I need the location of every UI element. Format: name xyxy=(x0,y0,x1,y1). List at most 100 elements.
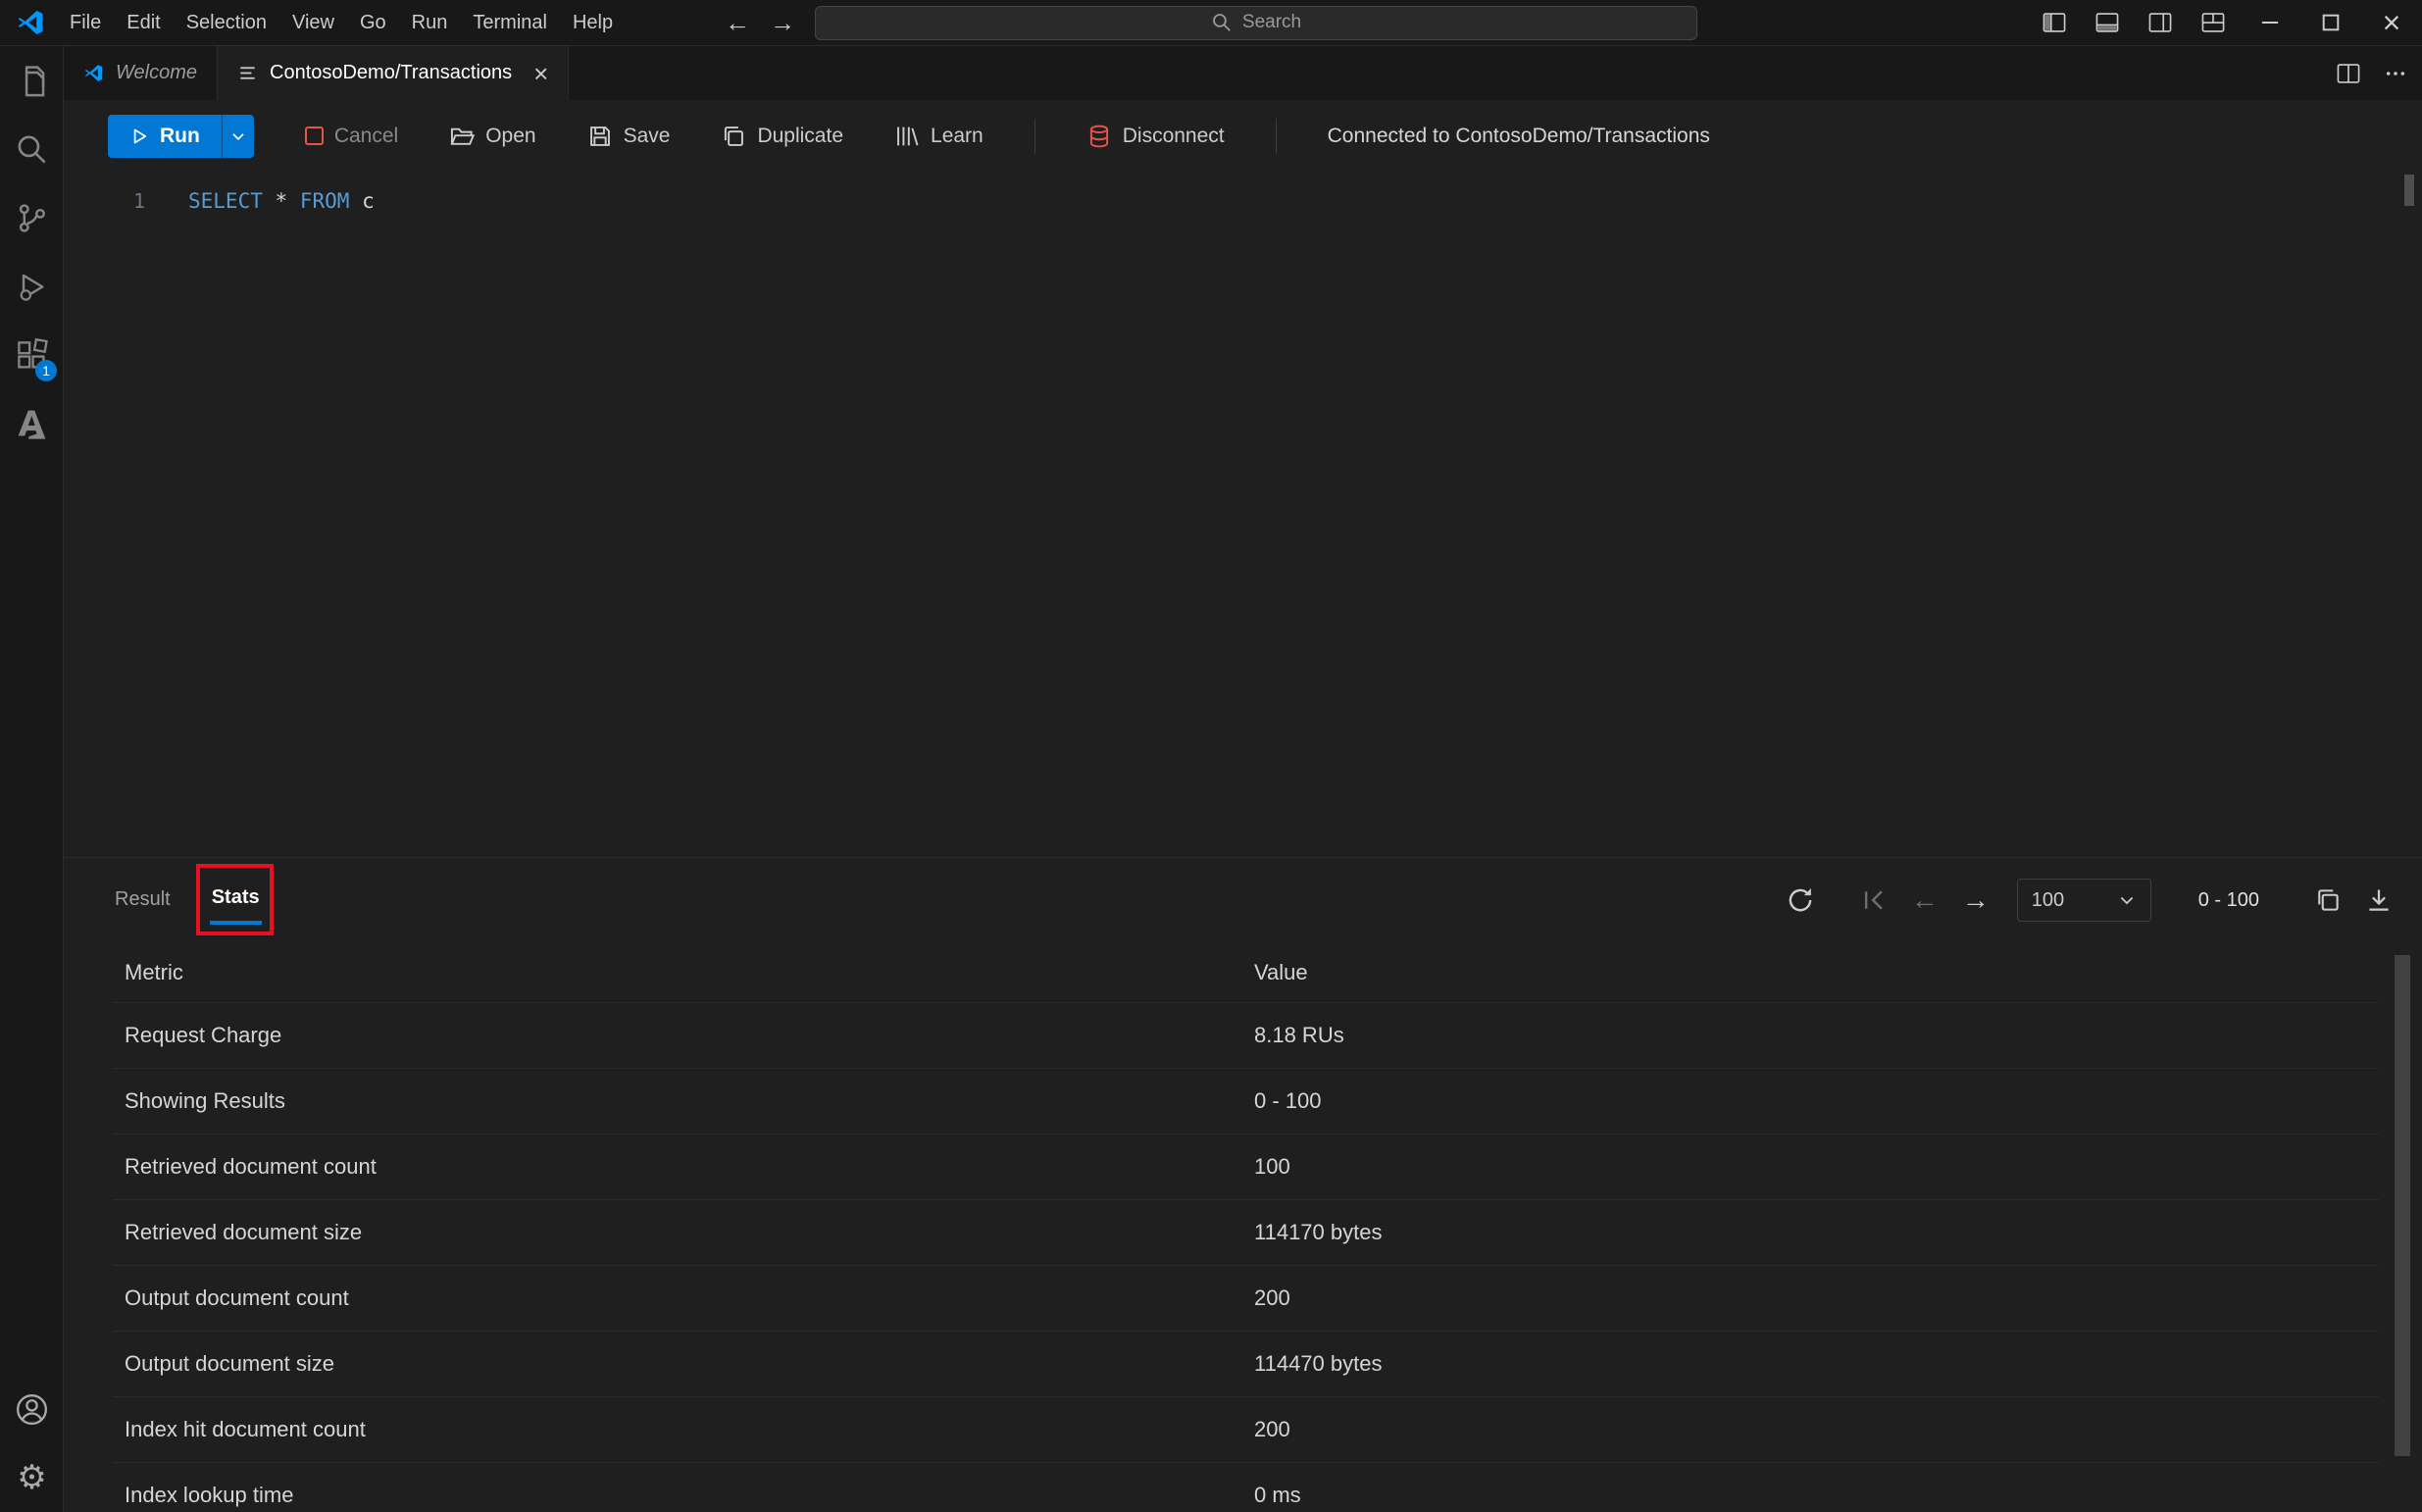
extensions-badge: 1 xyxy=(35,360,57,381)
titlebar-controls: × xyxy=(2028,0,2422,45)
value-column-header: Value xyxy=(1242,960,2379,985)
pagination-controls: ← → 100 0 - 100 xyxy=(1786,858,2393,942)
welcome-tab-label: Welcome xyxy=(116,62,197,84)
back-icon[interactable]: ← xyxy=(725,10,750,35)
page-size-select[interactable]: 100 xyxy=(2017,879,2151,922)
menubar: File Edit Selection View Go Run Terminal… xyxy=(57,12,626,34)
customize-layout-icon[interactable] xyxy=(2187,10,2240,35)
forward-icon[interactable]: → xyxy=(770,10,795,35)
extensions-icon[interactable]: 1 xyxy=(0,321,64,389)
save-icon xyxy=(587,124,613,149)
menu-terminal[interactable]: Terminal xyxy=(460,12,560,34)
keyword-select: SELECT xyxy=(188,189,263,213)
metric-cell: Retrieved document count xyxy=(113,1154,1242,1180)
more-actions-icon[interactable] xyxy=(2383,61,2408,86)
value-cell: 200 xyxy=(1242,1285,2379,1311)
tab-stats[interactable]: Stats xyxy=(210,877,262,925)
search-activity-icon[interactable] xyxy=(0,115,64,183)
metric-cell: Output document size xyxy=(113,1351,1242,1377)
save-button[interactable]: Save xyxy=(587,124,671,149)
prev-page-icon: ← xyxy=(1911,886,1939,914)
open-button[interactable]: Open xyxy=(449,124,535,149)
learn-button[interactable]: Learn xyxy=(894,124,984,149)
toggle-secondary-sidebar-icon[interactable] xyxy=(2134,10,2187,35)
run-debug-icon[interactable] xyxy=(0,252,64,321)
next-page-icon[interactable]: → xyxy=(1962,886,1990,914)
metric-cell: Retrieved document size xyxy=(113,1220,1242,1245)
activity-bar: 1 ⚙ xyxy=(0,46,64,1512)
duplicate-button[interactable]: Duplicate xyxy=(721,124,843,149)
command-center: ← → Search xyxy=(725,0,1697,45)
collection-token: c xyxy=(362,189,375,213)
azure-icon[interactable] xyxy=(0,389,64,458)
metric-cell: Showing Results xyxy=(113,1088,1242,1114)
star-token: * xyxy=(276,189,288,213)
tab-result[interactable]: Result xyxy=(113,879,173,923)
accounts-icon[interactable] xyxy=(0,1375,64,1443)
run-dropdown-button[interactable] xyxy=(222,115,254,158)
maximize-button[interactable] xyxy=(2300,0,2361,45)
query-toolbar: Run Cancel Open xyxy=(64,100,2422,172)
tab-welcome[interactable]: Welcome xyxy=(64,46,218,100)
menu-run[interactable]: Run xyxy=(399,12,461,34)
activity-bar-bottom: ⚙ xyxy=(0,1375,63,1512)
query-editor[interactable]: 1 SELECT * FROM c xyxy=(64,172,2422,857)
settings-gear-icon[interactable]: ⚙ xyxy=(0,1443,64,1512)
explorer-icon[interactable] xyxy=(0,46,64,115)
value-cell: 100 xyxy=(1242,1154,2379,1180)
toggle-sidebar-icon[interactable] xyxy=(2028,10,2081,35)
results-header: Result Stats ← → xyxy=(64,858,2422,942)
menu-file[interactable]: File xyxy=(57,12,114,34)
source-control-icon[interactable] xyxy=(0,183,64,252)
minimize-button[interactable] xyxy=(2240,0,2300,45)
keyword-from: FROM xyxy=(300,189,350,213)
first-page-icon xyxy=(1860,886,1888,914)
titlebar: File Edit Selection View Go Run Terminal… xyxy=(0,0,2422,46)
value-cell: 114170 bytes xyxy=(1242,1220,2379,1245)
table-header-row: Metric Value xyxy=(113,942,2379,1003)
main-area: 1 ⚙ xyxy=(0,46,2422,1512)
play-icon xyxy=(129,126,149,146)
tab-query-editor[interactable]: ContosoDemo/Transactions × xyxy=(218,46,569,100)
table-row: Retrieved document size 114170 bytes xyxy=(113,1200,2379,1266)
copy-results-icon[interactable] xyxy=(2314,886,2342,914)
menu-go[interactable]: Go xyxy=(347,12,399,34)
disconnect-button[interactable]: Disconnect xyxy=(1086,124,1225,149)
editor-scrollbar[interactable] xyxy=(2404,175,2414,206)
cancel-button-label: Cancel xyxy=(334,125,398,148)
chevron-down-icon xyxy=(2117,890,2137,910)
query-tab-label: ContosoDemo/Transactions xyxy=(270,62,512,84)
vscode-window: File Edit Selection View Go Run Terminal… xyxy=(0,0,2422,1512)
menu-help[interactable]: Help xyxy=(560,12,626,34)
close-button[interactable]: × xyxy=(2361,0,2422,45)
result-range: 0 - 100 xyxy=(2198,889,2259,912)
search-input[interactable]: Search xyxy=(815,6,1697,40)
results-panel: Result Stats ← → xyxy=(64,857,2422,1512)
learn-button-label: Learn xyxy=(931,125,984,148)
value-cell: 0 ms xyxy=(1242,1483,2379,1508)
run-button[interactable]: Run xyxy=(108,115,222,158)
metric-cell: Request Charge xyxy=(113,1023,1242,1048)
tab-stats-label: Stats xyxy=(212,886,260,908)
table-row: Index hit document count 200 xyxy=(113,1397,2379,1463)
open-button-label: Open xyxy=(485,125,535,148)
split-editor-icon[interactable] xyxy=(2336,61,2361,86)
save-button-label: Save xyxy=(624,125,671,148)
search-placeholder: Search xyxy=(1242,12,1301,33)
results-scrollbar[interactable] xyxy=(2395,955,2410,1456)
vscode-logo-icon xyxy=(16,8,45,37)
run-button-label: Run xyxy=(160,125,200,148)
refresh-icon[interactable] xyxy=(1786,885,1815,915)
tab-close-icon[interactable]: × xyxy=(533,61,548,86)
download-icon[interactable] xyxy=(2365,886,2393,914)
menu-edit[interactable]: Edit xyxy=(114,12,173,34)
table-row: Showing Results 0 - 100 xyxy=(113,1069,2379,1134)
run-split-button: Run xyxy=(108,115,254,158)
menu-selection[interactable]: Selection xyxy=(174,12,279,34)
toolbar-separator xyxy=(1034,119,1035,154)
toggle-panel-icon[interactable] xyxy=(2081,10,2134,35)
menu-view[interactable]: View xyxy=(279,12,347,34)
stop-icon xyxy=(305,126,324,145)
value-cell: 114470 bytes xyxy=(1242,1351,2379,1377)
disconnect-button-label: Disconnect xyxy=(1123,125,1225,148)
